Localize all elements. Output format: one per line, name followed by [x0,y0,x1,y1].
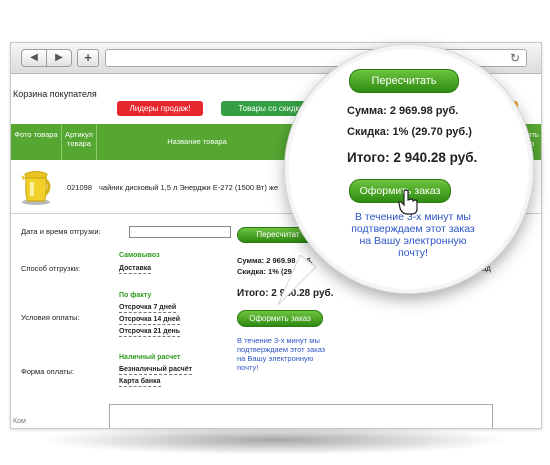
shipping-label: Способ отгрузки: [21,264,81,273]
magnified-total-text: Итого: 2 940.28 руб. [347,150,478,165]
plus-icon: + [84,50,92,65]
reload-icon[interactable]: ↻ [510,50,520,66]
header-name: Название товара [167,137,227,146]
payment-form-label: Форма оплаты: [21,367,74,376]
forward-button[interactable]: ▶ [46,49,72,67]
payment-form-option[interactable]: Карта банка [119,378,161,387]
back-button[interactable]: ◀ [21,49,47,67]
forward-arrow-icon: ▶ [55,52,63,63]
payment-terms-label: Условия оплаты: [21,313,80,322]
payment-form-option[interactable]: Безналичный расчёт [119,366,193,375]
payment-form-option[interactable]: Наличный расчет [119,354,180,362]
comment-textarea[interactable] [109,404,493,428]
header-photo: Фото товара [14,130,58,139]
hand-cursor-icon [398,189,418,215]
payment-terms-option[interactable]: Отсрочка 14 дней [119,316,181,325]
comment-label: Ком [13,418,26,425]
page-title: Корзина покупателя [13,89,97,99]
magnifier-pointer [277,255,317,306]
place-order-button[interactable]: Оформить заказ [237,310,323,327]
row-article: 021098 [67,183,93,192]
payment-terms-option[interactable]: По факту [119,292,151,300]
payment-terms-option[interactable]: Отсрочка 7 дней [119,304,177,313]
magnified-recalculate-button[interactable]: Пересчитать [349,69,459,93]
back-arrow-icon: ◀ [30,52,38,63]
date-input[interactable] [129,226,231,238]
window-shadow [40,425,510,455]
row-product-name[interactable]: чайник дисковый 1,5 л Энерджи Е-272 (150… [99,183,278,192]
payment-terms-option[interactable]: Отсрочка 21 день [119,328,181,337]
header-article: Артикул товара [65,130,93,148]
tab-bestsellers[interactable]: Лидеры продаж! [117,101,203,116]
date-label: Дата и время отгрузки: [21,227,101,236]
new-tab-button[interactable]: + [77,49,99,67]
confirmation-note: В течение 3-х минут мы подтверждаем этот… [237,336,326,372]
magnifier-callout: Пересчитать Сумма: 2 969.98 руб. Скидка:… [285,45,533,293]
magnified-sum-text: Сумма: 2 969.98 руб. [347,105,459,117]
magnified-discount-text: Скидка: 1% (29.70 руб.) [347,126,472,138]
kettle-image [21,171,51,205]
shipping-option-delivery[interactable]: Доставка [119,265,152,274]
shipping-option-pickup[interactable]: Самовывоз [119,252,160,260]
magnified-confirmation-note: В течение 3-х минут мы подтверждаем этот… [351,211,475,259]
